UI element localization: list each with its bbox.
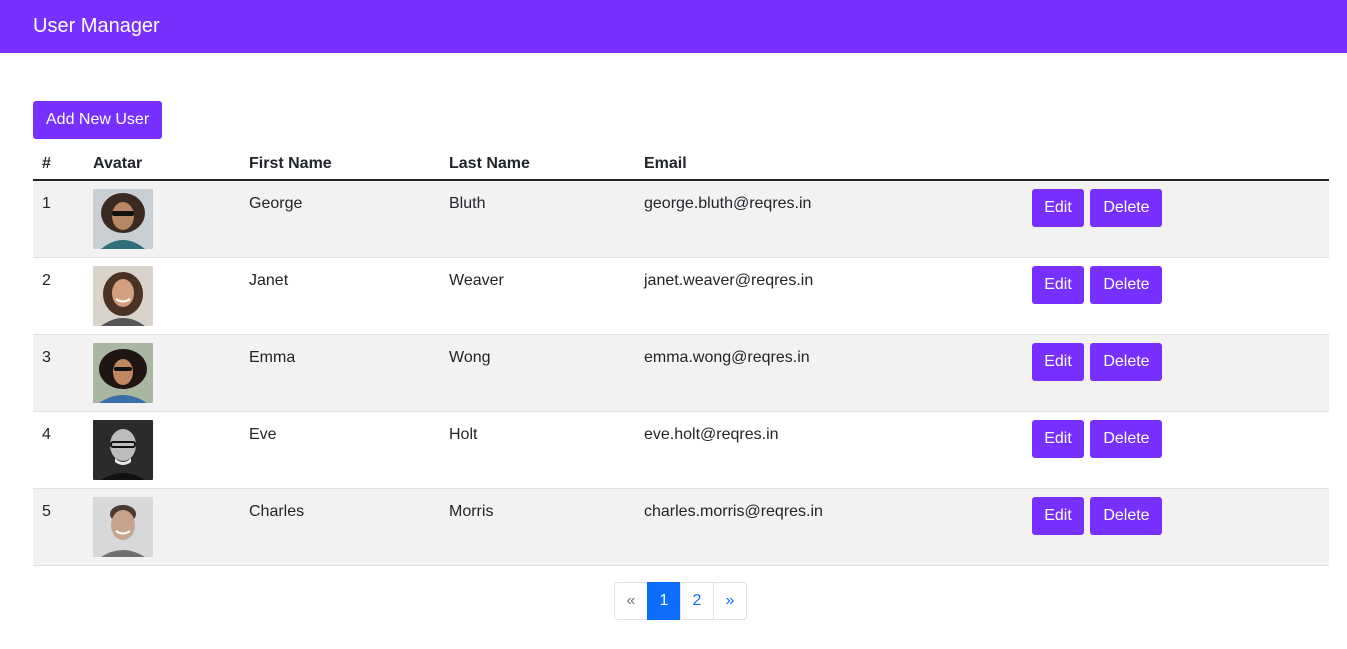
pagination-next[interactable]: » [713,582,747,620]
first-name: George [240,180,440,258]
navbar: User Manager [0,0,1347,53]
pagination-prev[interactable]: « [614,582,648,620]
edit-button[interactable]: Edit [1032,265,1084,304]
pagination-page-1[interactable]: 1 [647,582,681,620]
row-id: 1 [33,180,84,258]
row-id: 3 [33,334,84,412]
header-email: Email [635,149,1023,181]
email: charles.morris@reqres.in [635,488,1023,566]
avatar [93,342,153,403]
pagination: « 1 2 » [614,582,747,620]
delete-button[interactable]: Delete [1090,419,1163,458]
delete-button[interactable]: Delete [1090,265,1163,304]
email: george.bluth@reqres.in [635,180,1023,258]
first-name: Charles [240,488,440,566]
last-name: Wong [440,334,635,412]
table-row: 5 Charles Morris charles.morris@reqres.i… [33,488,1329,566]
first-name: Janet [240,257,440,335]
header-num: # [33,149,84,181]
avatar [93,265,153,326]
email: janet.weaver@reqres.in [635,257,1023,335]
first-name: Eve [240,411,440,489]
last-name: Holt [440,411,635,489]
last-name: Bluth [440,180,635,258]
pagination-page-2[interactable]: 2 [680,582,714,620]
users-table: # Avatar First Name Last Name Email 1 Ge… [33,149,1329,566]
row-id: 2 [33,257,84,335]
edit-button[interactable]: Edit [1032,342,1084,381]
main-content: Add New User # Avatar First Name Last Na… [33,101,1329,566]
table-row: 2 Janet Weaver janet.weaver@reqres.in Ed… [33,257,1329,335]
table-row: 3 Emma Wong emma.wong@reqres.in Edit Del… [33,334,1329,412]
edit-button[interactable]: Edit [1032,189,1084,227]
delete-button[interactable]: Delete [1090,189,1163,227]
app-title[interactable]: User Manager [33,15,160,38]
row-id: 4 [33,411,84,489]
header-first-name: First Name [240,149,440,181]
email: eve.holt@reqres.in [635,411,1023,489]
add-user-button[interactable]: Add New User [33,101,163,139]
header-avatar: Avatar [84,149,240,181]
last-name: Weaver [440,257,635,335]
email: emma.wong@reqres.in [635,334,1023,412]
avatar [93,189,153,249]
avatar [93,496,153,557]
table-row: 1 George Bluth george.bluth@reqres.in Ed… [33,180,1329,258]
table-row: 4 Eve Holt eve.holt@reqres.in Edit Delet… [33,411,1329,489]
last-name: Morris [440,488,635,566]
table-header-row: # Avatar First Name Last Name Email [33,149,1329,181]
edit-button[interactable]: Edit [1032,419,1084,458]
header-last-name: Last Name [440,149,635,181]
avatar [93,419,153,480]
edit-button[interactable]: Edit [1032,496,1084,535]
header-actions [1023,149,1329,181]
delete-button[interactable]: Delete [1090,342,1163,381]
delete-button[interactable]: Delete [1090,496,1163,535]
first-name: Emma [240,334,440,412]
row-id: 5 [33,488,84,566]
